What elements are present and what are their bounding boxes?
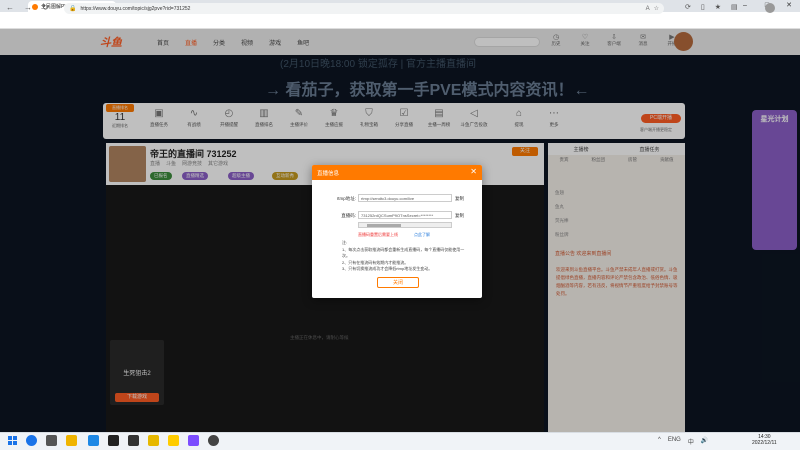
dialog-notes: 注: 1、每次点击获取推流码都会重新生成直播码，每个直播码仅能使用一次。 2、只… (342, 240, 472, 273)
clock-date: 2022/12/11 (752, 440, 777, 446)
explorer-icon[interactable] (46, 435, 57, 446)
folder-icon[interactable] (66, 435, 77, 446)
copy-stream-code-button[interactable]: 复制 (455, 213, 464, 219)
tray-language[interactable]: ENG (668, 437, 681, 446)
rtmp-label: rtmp地址: (336, 196, 356, 201)
refresh-alt-icon[interactable]: ⟳ (685, 3, 691, 11)
back-icon[interactable]: ← (6, 3, 14, 12)
url-field[interactable]: 🔒 https://www.douyu.com/topic/sjg2pve?ri… (64, 3, 664, 14)
lock-icon: 🔒 (69, 6, 77, 12)
app-icon[interactable] (128, 435, 139, 446)
read-aloud-icon[interactable]: A (646, 6, 650, 12)
scrollbar-thumb[interactable] (367, 224, 401, 227)
address-bar-row (0, 12, 800, 29)
edge-icon[interactable] (26, 435, 37, 446)
dialog-close-button[interactable]: 关闭 (377, 277, 419, 288)
tray-overflow-icon[interactable]: ^ (658, 437, 661, 446)
stream-info-dialog: 直播信息 ✕ rtmp地址: rtmp://sendtc3.douyu.com/… (312, 165, 482, 298)
rtmp-url-field[interactable]: rtmp://sendtc3.douyu.com/live (358, 194, 452, 202)
app-icon[interactable] (168, 435, 179, 446)
app-icon[interactable] (108, 435, 119, 446)
split-screen-icon[interactable]: ▯ (701, 3, 705, 11)
field-scrollbar[interactable] (358, 222, 452, 228)
forward-icon[interactable]: → (24, 3, 32, 12)
close-icon[interactable]: ✕ (470, 167, 477, 176)
favorites-icon[interactable]: ★ (715, 3, 721, 11)
profile-avatar[interactable] (765, 3, 775, 13)
refresh-icon[interactable]: ↻ (42, 3, 49, 12)
note-line: 1、每次点击获取推流码都会重新生成直播码，每个直播码仅能使用一次。 (342, 246, 465, 259)
app-icon[interactable] (148, 435, 159, 446)
app-icon[interactable] (208, 435, 219, 446)
collections-icon[interactable]: ▤ (731, 3, 738, 11)
copy-rtmp-button[interactable]: 复制 (455, 196, 464, 202)
browser-toolbar: ⟳ ▯ ★ ▤ (685, 3, 738, 11)
stream-code-field[interactable]: 731252rdQCSumP9OTnsSecret=******** (358, 211, 452, 219)
dialog-title: 直播信息 (317, 171, 340, 177)
reset-warning: 直播码重置后需要上线 (358, 232, 398, 237)
favicon-icon (32, 3, 38, 10)
app-icon[interactable] (188, 435, 199, 446)
note-line: 3、只有切换推流成功才会降低rtmp地址发生变动。 (342, 266, 433, 271)
url-text: https://www.douyu.com/topic/sjg2pve?rid=… (80, 5, 191, 12)
favorite-star-icon[interactable]: ☆ (654, 5, 659, 12)
tray-ime[interactable]: 中 (688, 437, 694, 446)
taskbar-clock[interactable]: 14:30 2022/12/11 (752, 434, 777, 446)
system-tray: ^ ENG 中 🔊 (658, 437, 708, 446)
close-window-icon[interactable]: ✕ (778, 0, 800, 12)
stream-code-label: 直播码: (341, 213, 356, 218)
app-icon[interactable] (88, 435, 99, 446)
volume-icon[interactable]: 🔊 (701, 437, 708, 446)
start-button[interactable] (8, 436, 17, 445)
learn-more-link[interactable]: 点此了解 (414, 232, 430, 238)
